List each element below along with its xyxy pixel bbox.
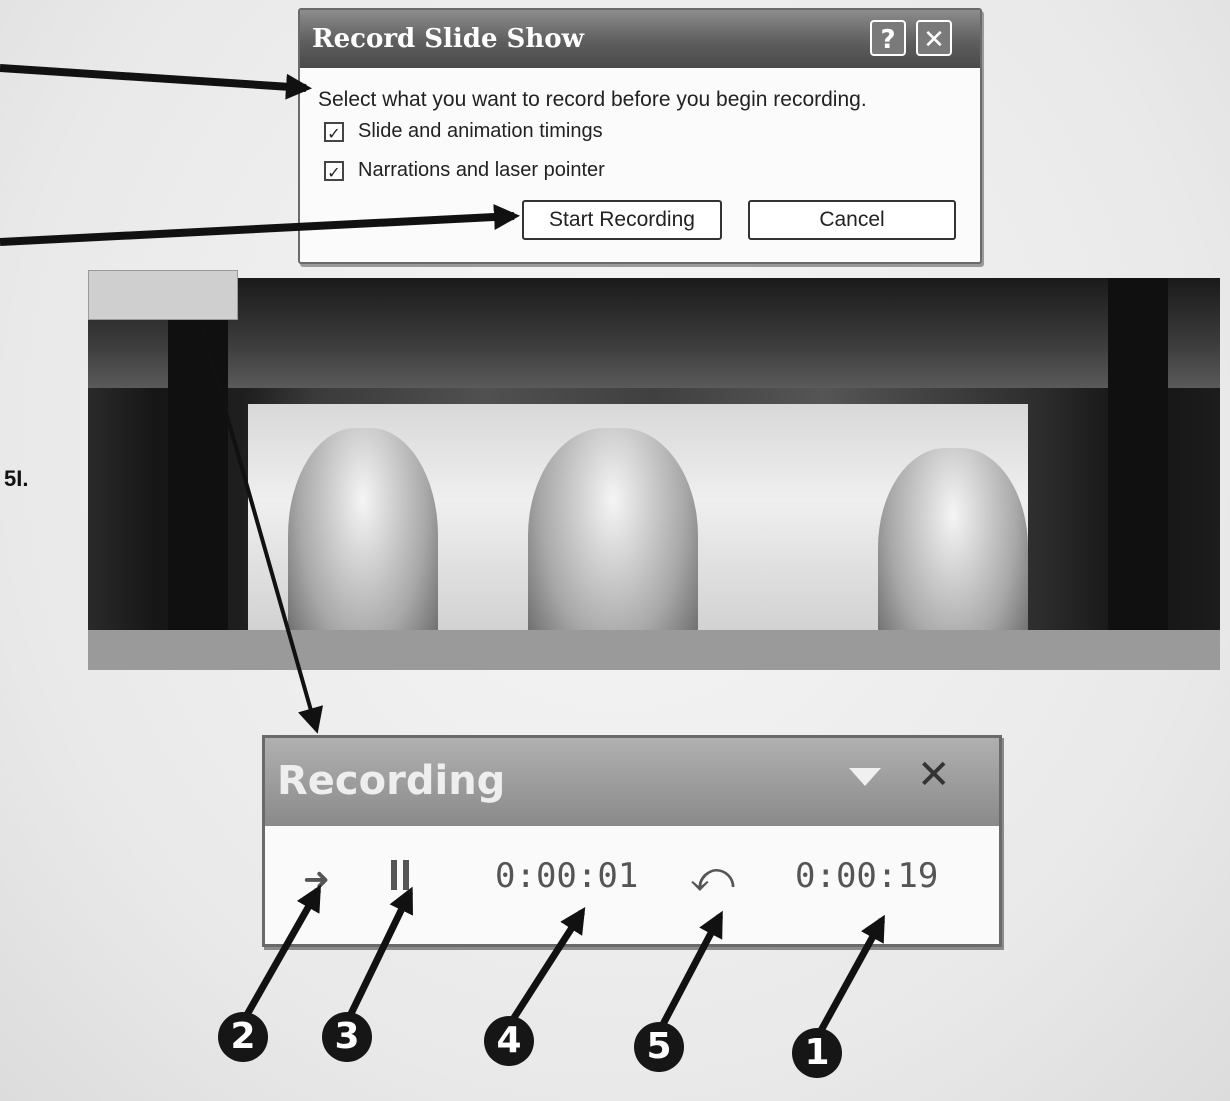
repeat-icon[interactable]: ⤺ xyxy=(690,852,735,902)
photo-pillar-right xyxy=(1108,278,1168,670)
dialog-prompt: Select what you want to record before yo… xyxy=(318,88,867,111)
recording-titlebar: Recording ✕ xyxy=(265,738,999,826)
dropdown-arrow-icon[interactable] xyxy=(849,768,881,786)
pause-icon[interactable] xyxy=(391,860,409,890)
slide-photo xyxy=(88,278,1220,670)
slide-timings-label: Slide and animation timings xyxy=(358,120,603,142)
callout-badge-4: 4 xyxy=(484,1016,534,1066)
close-icon[interactable]: ✕ xyxy=(917,752,951,798)
margin-mark: 5I. xyxy=(4,466,29,491)
dialog-titlebar: Record Slide Show ? ✕ xyxy=(300,10,980,68)
recording-controls: ➜ 0:00:01 ⤺ 0:00:19 xyxy=(265,826,999,944)
photo-floor xyxy=(88,630,1220,670)
slide-thumbnail xyxy=(88,270,238,320)
callout-badge-2: 2 xyxy=(218,1012,268,1062)
photo-pillar-left xyxy=(168,278,228,670)
narrations-checkbox[interactable]: ✓ xyxy=(324,161,344,182)
slide-timings-checkbox[interactable]: ✓ xyxy=(324,122,344,143)
narrations-label: Narrations and laser pointer xyxy=(358,159,605,181)
callout-badge-3: 3 xyxy=(322,1012,372,1062)
close-button[interactable]: ✕ xyxy=(916,20,952,56)
recording-title: Recording xyxy=(277,758,506,804)
total-time: 0:00:19 xyxy=(795,856,939,896)
photo-beam xyxy=(88,278,1220,388)
slide-time: 0:00:01 xyxy=(495,856,639,896)
next-arrow-icon[interactable]: ➜ xyxy=(303,860,330,898)
start-recording-button[interactable]: Start Recording xyxy=(522,200,722,240)
cancel-button[interactable]: Cancel xyxy=(748,200,956,240)
dialog-title: Record Slide Show xyxy=(312,24,584,54)
recording-toolbar: Recording ✕ ➜ 0:00:01 ⤺ 0:00:19 xyxy=(262,735,1002,947)
callout-badge-1: 1 xyxy=(792,1028,842,1078)
callout-badge-5: 5 xyxy=(634,1022,684,1072)
help-button[interactable]: ? xyxy=(870,20,906,56)
record-slide-show-dialog: Record Slide Show ? ✕ Select what you wa… xyxy=(298,8,982,264)
